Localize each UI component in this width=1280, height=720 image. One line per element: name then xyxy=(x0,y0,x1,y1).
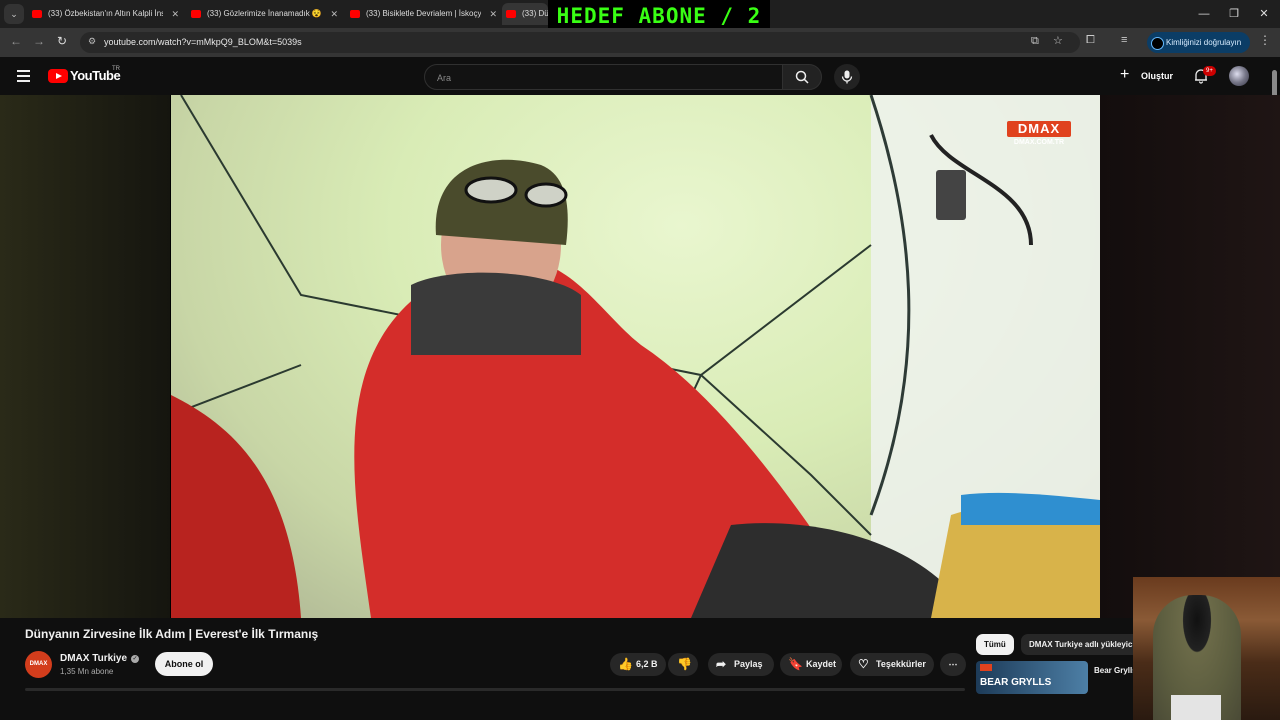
minimize-icon[interactable]: — xyxy=(1189,0,1219,28)
bookmark-star-icon[interactable]: ☆ xyxy=(1053,34,1063,47)
reload-icon[interactable]: ↻ xyxy=(57,34,67,48)
tab-title: (33) Özbekistan'ın Altın Kalpli İnsanlar… xyxy=(48,9,163,18)
channel-name[interactable]: DMAX Turkiye xyxy=(60,653,127,664)
forward-icon[interactable]: → xyxy=(33,34,45,48)
youtube-favicon-icon xyxy=(506,10,516,18)
region-code: TR xyxy=(112,66,120,72)
back-icon[interactable]: ← xyxy=(10,34,22,48)
more-icon: ⋯ xyxy=(948,659,958,669)
thanks-button[interactable]: ♡ Teşekkürler xyxy=(850,653,934,676)
description-box-edge xyxy=(25,688,965,691)
browser-tab[interactable]: (33) Özbekistan'ın Altın Kalpli İnsanlar… xyxy=(28,3,181,25)
hamburger-menu-icon[interactable] xyxy=(17,70,30,85)
account-avatar[interactable] xyxy=(1229,66,1249,86)
browser-tab[interactable]: (33) Bisikletle Devrialem | İskoçya ✕ xyxy=(346,3,499,25)
install-app-icon[interactable]: ⧉ xyxy=(1031,35,1039,48)
tab-title: (33) Dü xyxy=(522,9,548,18)
search-button[interactable] xyxy=(782,64,822,90)
youtube-favicon-icon xyxy=(191,10,201,18)
subscribe-button[interactable]: Abone ol xyxy=(155,652,213,676)
voice-search-button[interactable] xyxy=(834,64,860,90)
more-actions-button[interactable]: ⋯ xyxy=(940,653,966,676)
recommended-video-thumbnail[interactable]: BEAR GRYLLS xyxy=(976,661,1088,694)
subscriber-count: 1,35 Mn abone xyxy=(60,667,114,676)
video-title: Dünyanın Zirvesine İlk Adım | Everest'e … xyxy=(25,627,319,641)
browser-menu-icon[interactable]: ⋮ xyxy=(1259,33,1271,47)
chip-all[interactable]: Tümü xyxy=(976,634,1014,655)
bookmark-icon: 🔖 xyxy=(788,657,803,671)
tab-title: (33) Bisikletle Devrialem | İskoçya xyxy=(366,9,481,18)
share-icon: ➦ xyxy=(716,657,727,671)
search-box[interactable] xyxy=(424,64,783,90)
channel-avatar[interactable]: DMAX xyxy=(25,651,52,678)
notification-count-badge: 9+ xyxy=(1203,66,1216,76)
verify-identity-button[interactable]: Kimliğinizi doğrulayın xyxy=(1147,32,1250,53)
media-controls-icon[interactable]: ≡ xyxy=(1121,34,1127,46)
like-button[interactable]: 👍 6,2 B xyxy=(610,653,666,676)
browser-tab-active[interactable]: (33) Dü xyxy=(502,3,548,25)
tab-close-icon[interactable]: ✕ xyxy=(330,3,338,25)
browser-tab[interactable]: (33) Gözlerimize İnanamadık 😵 ✕ xyxy=(187,3,340,25)
address-bar[interactable]: ⚙ youtube.com/watch?v=mMkpQ9_BLOM&t=5039… xyxy=(80,32,1080,53)
youtube-header: YouTube TR + Oluştur 9+ xyxy=(0,57,1280,95)
tab-search-button[interactable]: ⌄ xyxy=(4,4,24,24)
streamer-webcam-overlay xyxy=(1133,577,1280,720)
thumbs-down-icon: 👎 xyxy=(677,657,692,671)
microphone-icon xyxy=(841,70,853,84)
recommended-video-title[interactable]: Bear Grylls ile Mücadele xyxy=(1094,664,1134,677)
search-icon xyxy=(795,70,809,84)
url-text: youtube.com/watch?v=mMkpQ9_BLOM&t=5039s xyxy=(104,37,302,47)
search-input[interactable] xyxy=(435,69,769,87)
share-button[interactable]: ➦ Paylaş xyxy=(708,653,774,676)
channel-watermark: DMAX DMAX.COM.TR xyxy=(1007,121,1071,148)
like-count: 6,2 B xyxy=(636,659,658,669)
youtube-favicon-icon xyxy=(350,10,360,18)
tab-close-icon[interactable]: ✕ xyxy=(489,3,497,25)
plus-icon: + xyxy=(1120,66,1130,83)
channel-logo-icon xyxy=(980,664,992,671)
youtube-play-icon xyxy=(48,69,68,83)
maximize-icon[interactable]: ❐ xyxy=(1219,0,1249,28)
save-button[interactable]: 🔖 Kaydet xyxy=(780,653,842,676)
close-window-icon[interactable]: ✕ xyxy=(1249,0,1279,28)
extensions-icon[interactable]: ⧠ xyxy=(1086,34,1095,47)
verified-badge-icon: ✓ xyxy=(131,655,139,663)
site-info-icon[interactable]: ⚙ xyxy=(88,36,96,47)
profile-icon xyxy=(1151,37,1164,50)
tab-close-icon[interactable]: ✕ xyxy=(171,3,179,25)
dislike-button[interactable]: 👎 xyxy=(668,653,698,676)
video-frame-image xyxy=(171,95,1100,618)
tab-title: (33) Gözlerimize İnanamadık 😵 xyxy=(207,9,322,18)
thumbs-up-icon: 👍 xyxy=(618,657,633,671)
super-thanks-icon: ♡ xyxy=(858,657,869,671)
video-player[interactable] xyxy=(171,95,1100,618)
browser-toolbar: ← → ↻ ⚙ youtube.com/watch?v=mMkpQ9_BLOM&… xyxy=(0,28,1280,57)
youtube-favicon-icon xyxy=(32,10,42,18)
chip-uploader[interactable]: DMAX Turkiye adlı yükleyici xyxy=(1021,634,1143,655)
